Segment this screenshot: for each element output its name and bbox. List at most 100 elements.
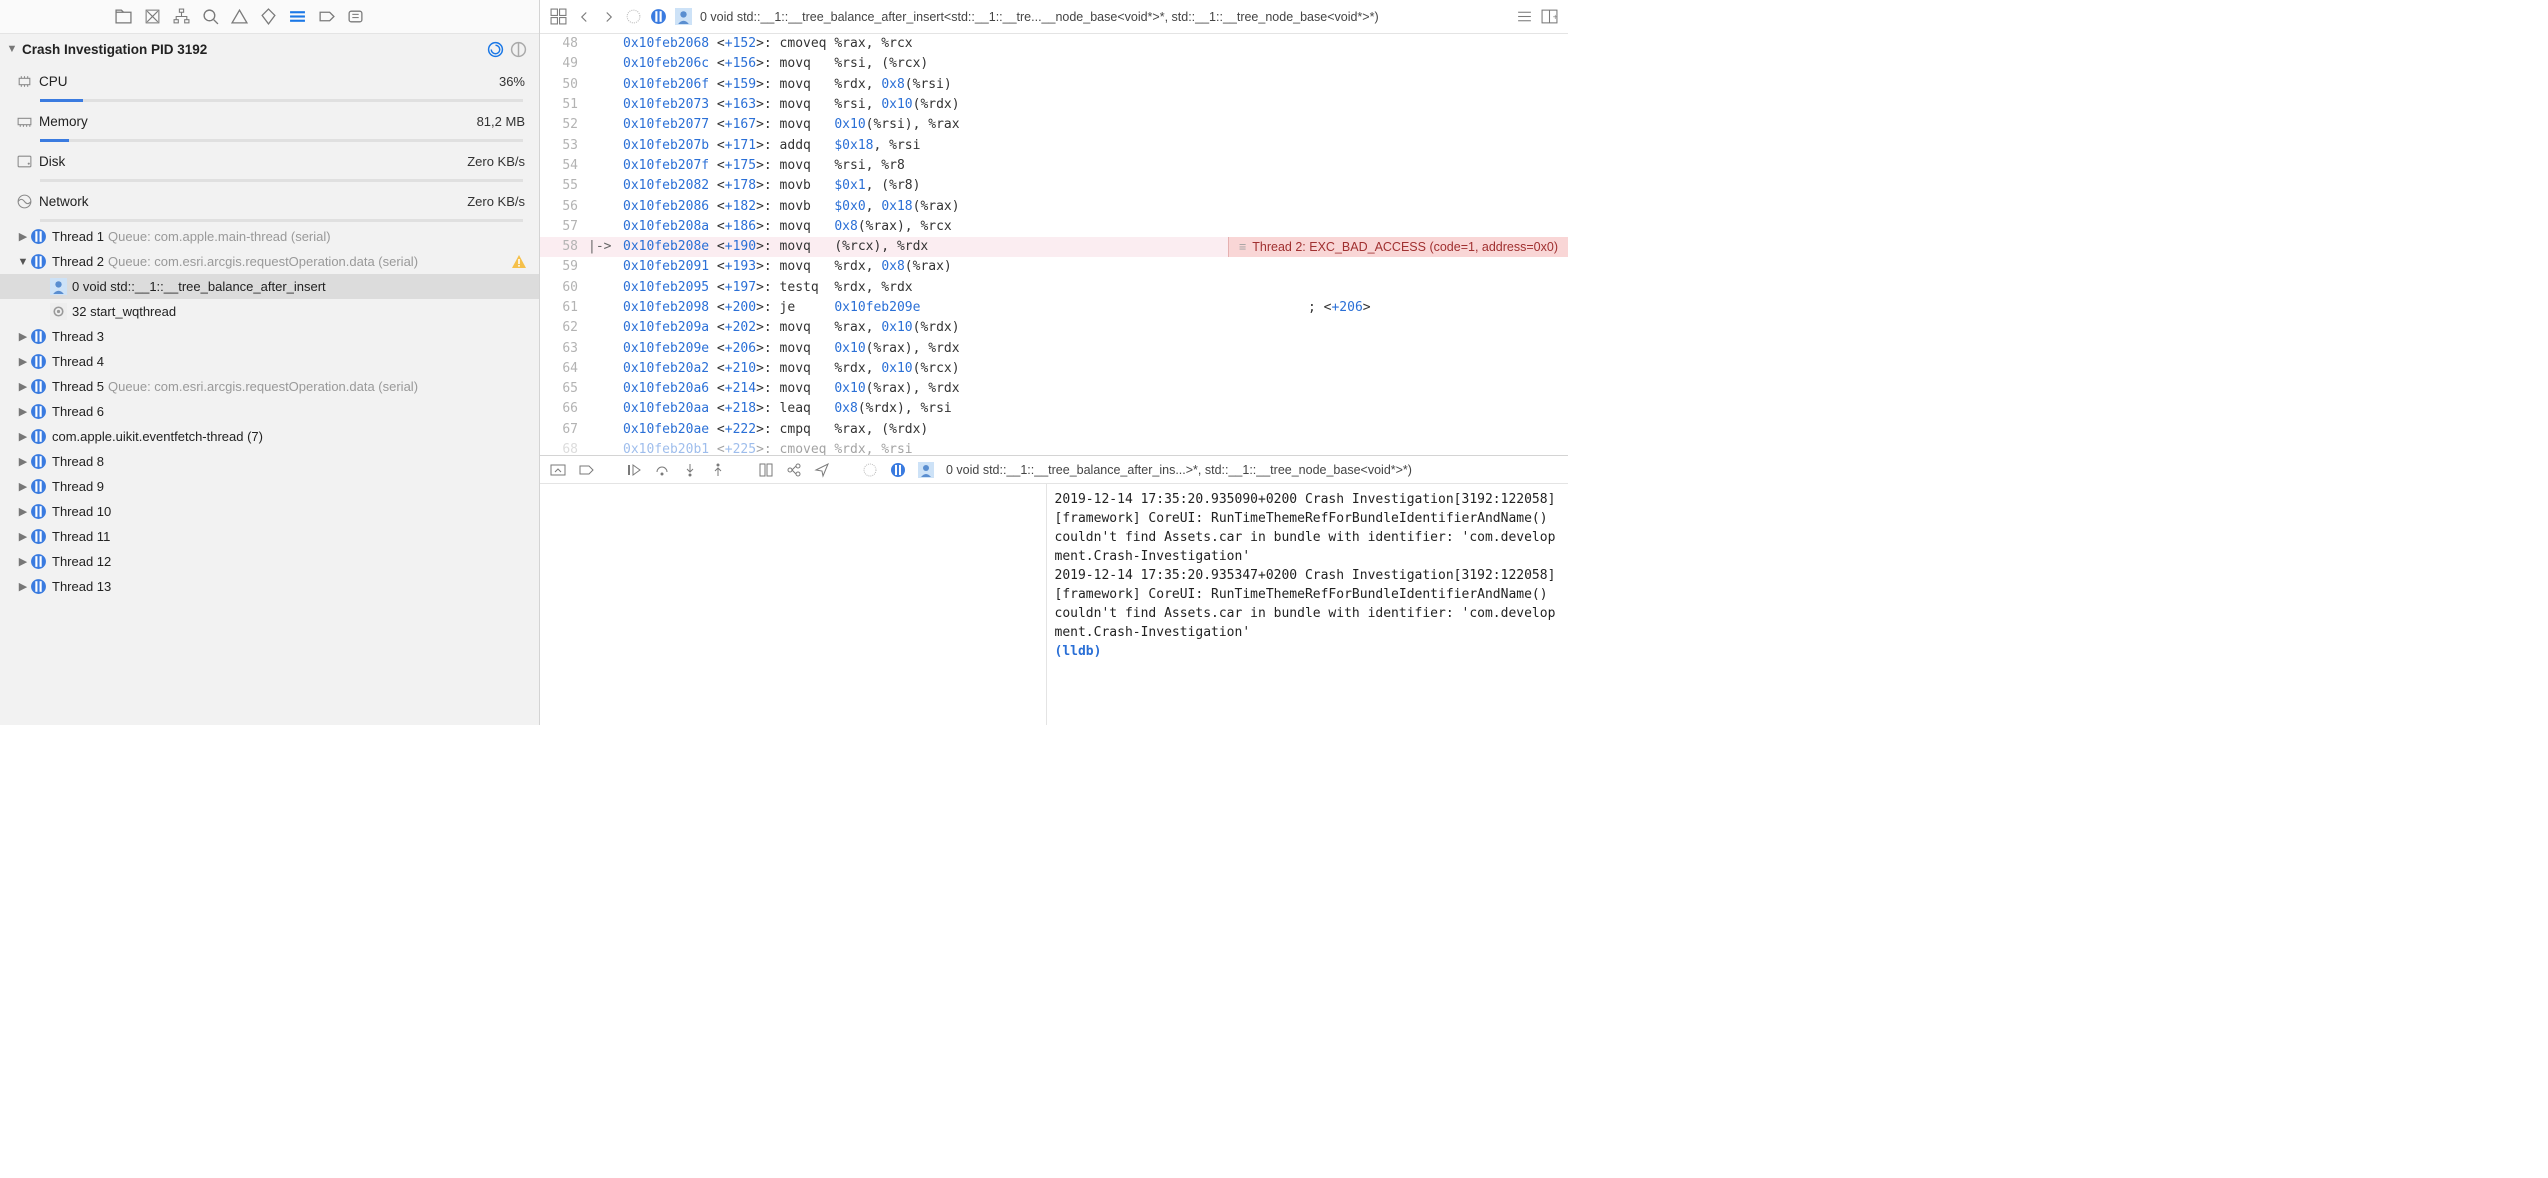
gauge-disk[interactable]: DiskZero KB/s	[0, 144, 539, 179]
variables-view[interactable]	[540, 484, 1047, 725]
thread-row[interactable]: ▶Thread 4	[0, 349, 539, 374]
step-out-icon[interactable]	[710, 462, 726, 478]
tag-icon[interactable]	[260, 8, 277, 25]
debug-jump-path[interactable]: 0 void std::__1::__tree_balance_after_in…	[946, 463, 1558, 477]
asm-line[interactable]: 590x10feb2091 <+193>: movq %rdx, 0x8(%ra…	[540, 257, 1568, 277]
refresh-circle-icon[interactable]	[487, 41, 504, 58]
disclosure-triangle-icon[interactable]: ▶	[16, 380, 30, 393]
thread-row[interactable]: ▶Thread 8	[0, 449, 539, 474]
line-number: 54	[540, 156, 588, 176]
step-into-icon[interactable]	[682, 462, 698, 478]
no-symbols-icon[interactable]	[144, 8, 161, 25]
hierarchy-icon[interactable]	[173, 8, 190, 25]
disclosure-triangle-icon[interactable]: ▶	[16, 355, 30, 368]
thread-row[interactable]: ▶ Thread 6	[0, 399, 539, 424]
stack-frame-row[interactable]: 0 void std::__1::__tree_balance_after_in…	[0, 274, 539, 299]
asm-line[interactable]: 480x10feb2068 <+152>: cmoveq %rax, %rcx	[540, 34, 1568, 54]
person-icon[interactable]	[675, 8, 692, 25]
asm-line[interactable]: 520x10feb2077 <+167>: movq 0x10(%rsi), %…	[540, 115, 1568, 135]
forward-icon[interactable]	[600, 8, 617, 25]
disclosure-triangle-icon[interactable]: ▶	[16, 530, 30, 543]
line-number: 57	[540, 217, 588, 237]
asm-line[interactable]: 500x10feb206f <+159>: movq %rdx, 0x8(%rs…	[540, 75, 1568, 95]
asm-line[interactable]: 680x10feb20b1 <+225>: cmoveq %rdx, %rsi	[540, 440, 1568, 455]
step-over-icon[interactable]	[654, 462, 670, 478]
view-debug-icon[interactable]	[758, 462, 774, 478]
asm-line[interactable]: 530x10feb207b <+171>: addq $0x18, %rsi	[540, 135, 1568, 155]
gauge-label: Disk	[39, 154, 467, 169]
asm-line[interactable]: 660x10feb20aa <+218>: leaq 0x8(%rdx), %r…	[540, 399, 1568, 419]
debug-nav-icon[interactable]	[289, 8, 306, 25]
breakpoint-nav-icon[interactable]	[318, 8, 335, 25]
thread-name: Thread 3	[52, 329, 104, 344]
asm-line[interactable]: 540x10feb207f <+175>: movq %rsi, %r8	[540, 156, 1568, 176]
continue-icon[interactable]	[626, 462, 642, 478]
thread-row[interactable]: ▶Thread 1Queue: com.apple.main-thread (s…	[0, 224, 539, 249]
asm-line[interactable]: 560x10feb2086 <+182>: movb $0x0, 0x18(%r…	[540, 196, 1568, 216]
asm-line[interactable]: 490x10feb206c <+156>: movq %rsi, (%rcx)	[540, 54, 1568, 74]
asm-line[interactable]: 640x10feb20a2 <+210>: movq %rdx, 0x10(%r…	[540, 359, 1568, 379]
memory-graph-icon[interactable]	[786, 462, 802, 478]
asm-line[interactable]: 58|->0x10feb208e <+190>: movq (%rcx), %r…	[540, 237, 1568, 257]
line-number: 61	[540, 298, 588, 318]
hide-debug-icon[interactable]	[550, 462, 566, 478]
thread-icon[interactable]	[650, 8, 667, 25]
disclosure-triangle-icon[interactable]: ▶	[16, 505, 30, 518]
split-view-icon[interactable]: +	[1541, 8, 1558, 25]
disclosure-triangle-icon[interactable]: ▶	[16, 580, 30, 593]
disclosure-triangle-icon[interactable]: ▶	[16, 555, 30, 568]
asm-line[interactable]: 670x10feb20ae <+222>: cmpq %rax, (%rdx)	[540, 420, 1568, 440]
disclosure-triangle-icon[interactable]: ▼	[6, 43, 18, 55]
thread-name: Thread 6	[52, 404, 104, 419]
location-icon[interactable]	[814, 462, 830, 478]
thread-row[interactable]: ▶Thread 5Queue: com.esri.arcgis.requestO…	[0, 374, 539, 399]
stack-frame-row[interactable]: 32 start_wqthread	[0, 299, 539, 324]
gauge-mem[interactable]: Memory81,2 MB	[0, 104, 539, 139]
asm-line[interactable]: 550x10feb2082 <+178>: movb $0x1, (%r8)	[540, 176, 1568, 196]
report-nav-icon[interactable]	[347, 8, 364, 25]
thread-row[interactable]: ▼Thread 2Queue: com.esri.arcgis.requestO…	[0, 249, 539, 274]
gauge-bar	[40, 99, 523, 102]
thread-row[interactable]: ▶com.apple.uikit.eventfetch-thread (7)	[0, 424, 539, 449]
jump-bar-path[interactable]: 0 void std::__1::__tree_balance_after_in…	[700, 10, 1508, 24]
asm-line[interactable]: 600x10feb2095 <+197>: testq %rdx, %rdx	[540, 278, 1568, 298]
folder-icon[interactable]	[115, 8, 132, 25]
pc-indicator: |->	[588, 237, 618, 257]
person-badge-icon[interactable]	[918, 462, 934, 478]
disclosure-triangle-icon[interactable]: ▶	[16, 230, 30, 243]
warning-triangle-icon[interactable]	[231, 8, 248, 25]
asm-line[interactable]: 510x10feb2073 <+163>: movq %rsi, 0x10(%r…	[540, 95, 1568, 115]
thread-badge-icon[interactable]	[890, 462, 906, 478]
asm-line[interactable]: 650x10feb20a6 <+214>: movq 0x10(%rax), %…	[540, 379, 1568, 399]
thread-row[interactable]: ▶Thread 11	[0, 524, 539, 549]
lines-icon[interactable]	[1516, 8, 1533, 25]
back-icon[interactable]	[575, 8, 592, 25]
console-output[interactable]: 2019-12-14 17:35:20.935090+0200 Crash In…	[1047, 484, 1569, 725]
asm-line[interactable]: 620x10feb209a <+202>: movq %rax, 0x10(%r…	[540, 318, 1568, 338]
target-icon[interactable]	[625, 8, 642, 25]
asm-line[interactable]: 570x10feb208a <+186>: movq 0x8(%rax), %r…	[540, 217, 1568, 237]
asm-line[interactable]: 630x10feb209e <+206>: movq 0x10(%rax), %…	[540, 338, 1568, 358]
thread-row[interactable]: ▶Thread 9	[0, 474, 539, 499]
thread-row[interactable]: ▶ Thread 3	[0, 324, 539, 349]
disclosure-triangle-icon[interactable]: ▶	[16, 480, 30, 493]
process-header[interactable]: ▼ Crash Investigation PID 3192	[0, 34, 539, 64]
disclosure-triangle-icon[interactable]: ▶	[16, 330, 30, 343]
disclosure-triangle-icon[interactable]: ▶	[16, 455, 30, 468]
view-layout-icon[interactable]	[510, 41, 527, 58]
disclosure-triangle-icon[interactable]: ▼	[16, 256, 30, 268]
target-dotted-icon[interactable]	[862, 462, 878, 478]
error-banner: ≡ Thread 2: EXC_BAD_ACCESS (code=1, addr…	[1228, 237, 1568, 257]
gauge-cpu[interactable]: CPU36%	[0, 64, 539, 99]
thread-row[interactable]: ▶Thread 10	[0, 499, 539, 524]
jump-bar[interactable]: 0 void std::__1::__tree_balance_after_in…	[540, 0, 1568, 34]
breakpoints-toggle-icon[interactable]	[578, 462, 594, 478]
disclosure-triangle-icon[interactable]: ▶	[16, 405, 30, 418]
disclosure-triangle-icon[interactable]: ▶	[16, 430, 30, 443]
related-items-icon[interactable]	[550, 8, 567, 25]
thread-row[interactable]: ▶Thread 13	[0, 574, 539, 599]
search-icon[interactable]	[202, 8, 219, 25]
asm-line[interactable]: 610x10feb2098 <+200>: je 0x10feb209e; <+…	[540, 298, 1568, 318]
thread-row[interactable]: ▶Thread 12	[0, 549, 539, 574]
gauge-net[interactable]: NetworkZero KB/s	[0, 184, 539, 219]
